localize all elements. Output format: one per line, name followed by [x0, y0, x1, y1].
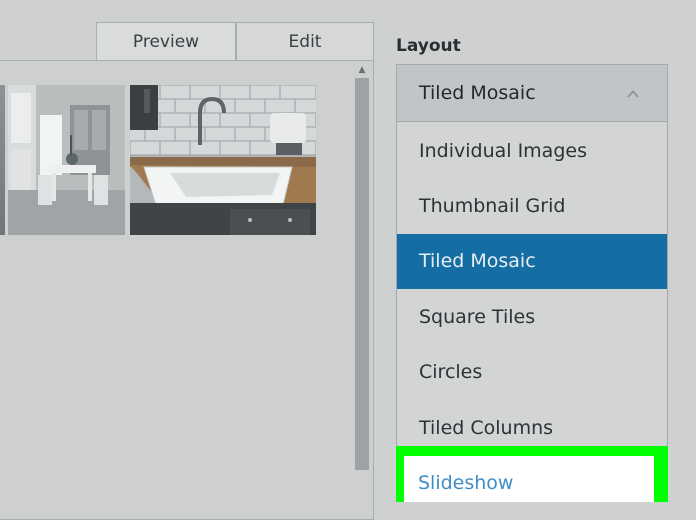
scrollbar-thumb[interactable]: [355, 78, 369, 470]
layout-selected-value: Tiled Mosaic: [419, 82, 536, 104]
gallery-image-partial: [0, 85, 5, 235]
layout-dropdown-toggle[interactable]: Tiled Mosaic: [397, 65, 667, 122]
gallery-image-kitchen-sink: [130, 85, 316, 235]
layout-option-slideshow[interactable]: Slideshow: [404, 456, 654, 502]
layout-dropdown[interactable]: Tiled Mosaic Individual Images Thumbnail…: [396, 64, 668, 502]
chevron-up-icon: [627, 90, 639, 98]
layout-option-tiled-mosaic[interactable]: Tiled Mosaic: [397, 234, 667, 289]
layout-option-thumbnail-grid[interactable]: Thumbnail Grid: [397, 179, 667, 234]
gallery-image-dining-room: [8, 85, 125, 235]
scroll-up-arrow-icon[interactable]: ▲: [356, 65, 368, 75]
scrollbar[interactable]: [355, 78, 369, 470]
layout-heading: Layout: [396, 36, 461, 56]
tab-preview[interactable]: Preview: [96, 22, 236, 60]
layout-option-individual-images[interactable]: Individual Images: [397, 124, 667, 179]
layout-option-circles[interactable]: Circles: [397, 345, 667, 400]
tab-edit[interactable]: Edit: [236, 22, 374, 60]
gallery-editor: Preview Edit ▲: [0, 0, 376, 520]
layout-option-square-tiles[interactable]: Square Tiles: [397, 290, 667, 345]
editor-tab-bar: Preview Edit: [0, 22, 376, 60]
slideshow-highlight-outline: Slideshow: [396, 446, 668, 502]
dining-room-photo: [8, 85, 125, 235]
kitchen-sink-photo: [130, 85, 316, 235]
